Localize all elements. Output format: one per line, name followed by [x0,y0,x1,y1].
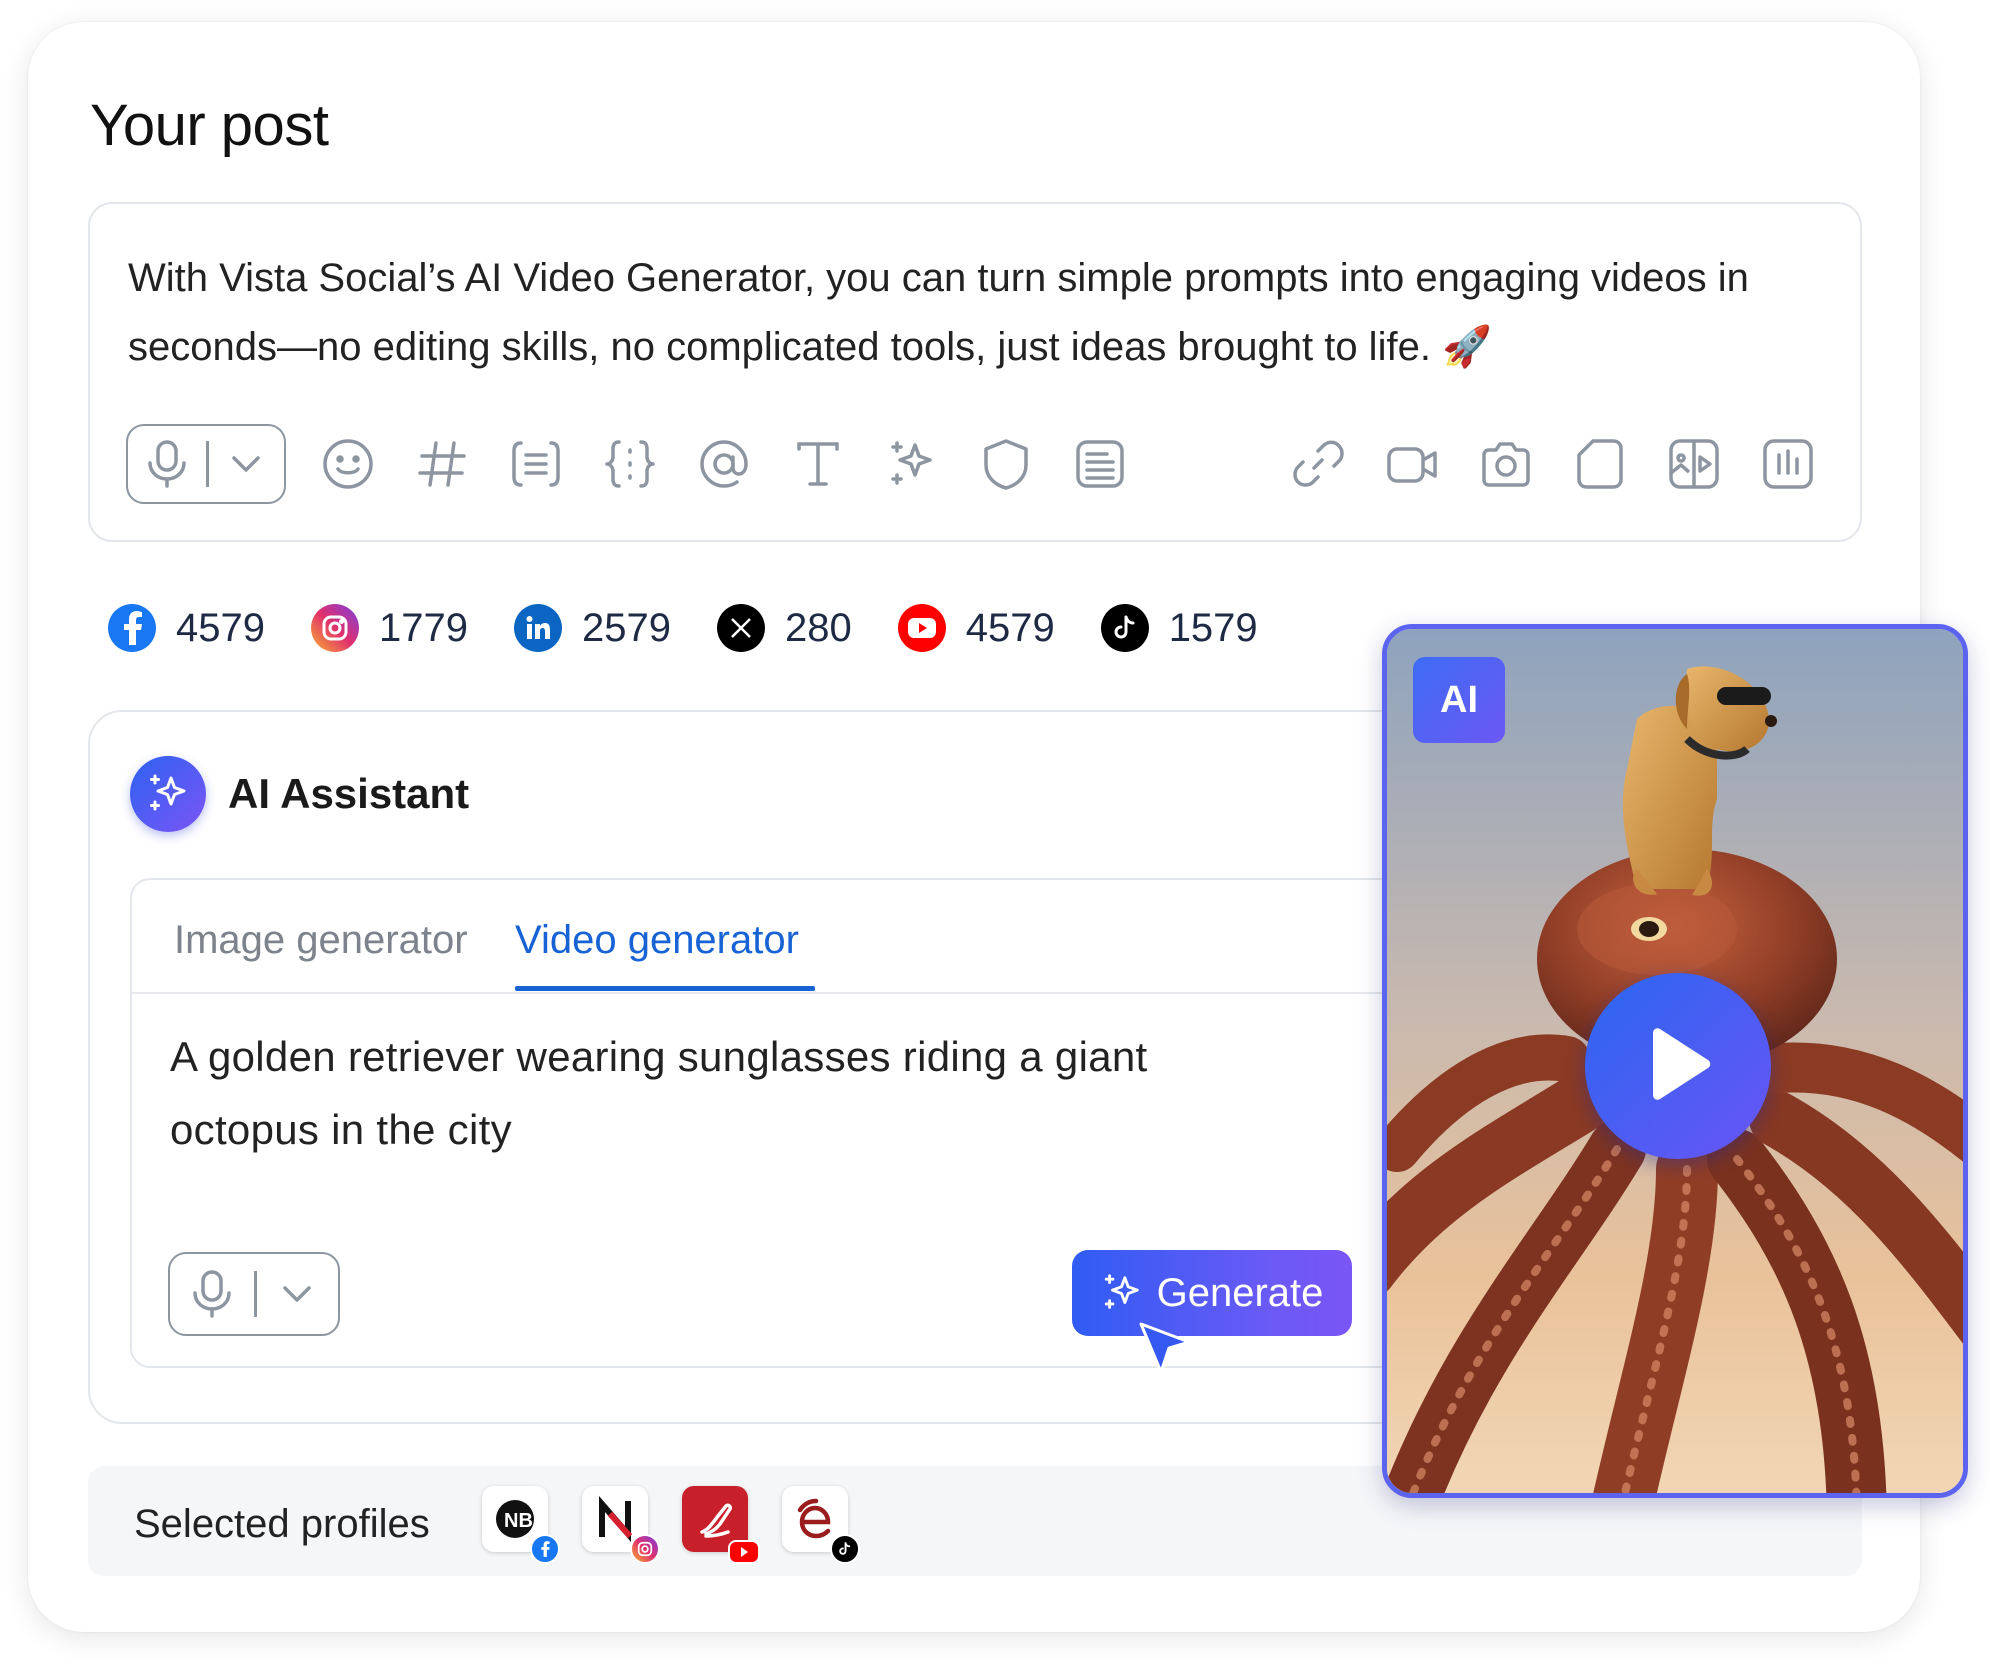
profile-avatar-n[interactable] [582,1486,660,1564]
camera-icon[interactable] [1476,434,1536,494]
chevron-down-icon[interactable] [209,426,285,502]
tiktok-icon [830,1534,860,1564]
shield-icon[interactable] [976,434,1036,494]
generate-button[interactable]: Generate [1072,1250,1352,1336]
video-icon[interactable] [1382,434,1442,494]
linkedin-icon [513,604,562,652]
emoji-icon[interactable] [318,434,378,494]
ai-assistant-title: AI Assistant [228,770,470,817]
link-icon[interactable] [1288,434,1348,494]
text-format-icon[interactable] [788,434,848,494]
active-tab-indicator [515,986,815,991]
svg-text:NB: NB [504,1510,533,1532]
chevron-down-icon[interactable] [257,1254,339,1334]
snippet-icon[interactable] [506,434,566,494]
count-youtube: 4579 [897,604,1055,652]
instagram-icon [630,1534,660,1564]
instagram-icon [310,604,359,652]
count-tiktok: 1579 [1100,604,1258,652]
page-title: Your post [90,93,329,158]
ai-badge: AI [1413,657,1505,743]
ai-assistant-header: AI Assistant [130,754,469,834]
microphone-icon[interactable] [128,426,206,502]
variables-icon[interactable] [600,434,660,494]
tiktok-icon [1100,604,1149,652]
sparkle-icon [1104,1274,1139,1309]
video-preview[interactable]: AI [1382,624,1968,1498]
network-character-counts: 4579 1779 2579 280 4579 1579 [108,600,1304,656]
profile-avatar-e[interactable] [782,1486,860,1564]
document-icon[interactable] [1570,434,1630,494]
template-icon[interactable] [1070,434,1130,494]
youtube-icon [728,1540,760,1564]
generator-panel: Image generator Video generator A golden… [130,878,1530,1368]
microphone-icon[interactable] [170,1254,254,1334]
facebook-icon [530,1534,560,1564]
profile-avatar-nb[interactable]: NB [482,1486,560,1564]
count-instagram: 1779 [310,604,468,652]
x-icon [716,604,765,652]
count-facebook: 4579 [108,604,265,652]
gallery-icon[interactable] [1664,434,1724,494]
poll-icon[interactable] [1758,434,1818,494]
generate-label: Generate [1156,1270,1324,1315]
youtube-icon [897,604,946,652]
generator-tabs: Image generator Video generator [132,880,1528,994]
hashtag-icon[interactable] [412,434,472,494]
selected-profiles-label: Selected profiles [134,1502,430,1546]
count-x: 280 [716,604,852,652]
count-linkedin: 2579 [513,604,671,652]
prompt-input[interactable]: A golden retriever wearing sunglasses ri… [170,1020,1270,1166]
ai-assistant-card: AI Assistant Image generator Video gener… [88,710,1530,1424]
prompt-voice-split-button[interactable] [168,1252,340,1336]
post-text[interactable]: With Vista Social’s AI Video Generator, … [128,244,1828,382]
post-editor[interactable]: With Vista Social’s AI Video Generator, … [88,202,1862,542]
ai-sparkle-icon [130,756,206,832]
mouse-cursor-icon [1139,1322,1191,1374]
mention-icon[interactable] [694,434,754,494]
post-toolbar [126,424,1826,506]
profile-avatar-pen[interactable] [682,1486,760,1564]
play-button[interactable] [1585,973,1771,1159]
play-icon [1653,1028,1711,1100]
voice-input-split-button[interactable] [126,424,286,504]
tab-image-generator[interactable]: Image generator [174,918,468,963]
tab-video-generator[interactable]: Video generator [515,918,799,963]
facebook-icon [108,604,156,652]
ai-sparkle-icon[interactable] [882,434,942,494]
